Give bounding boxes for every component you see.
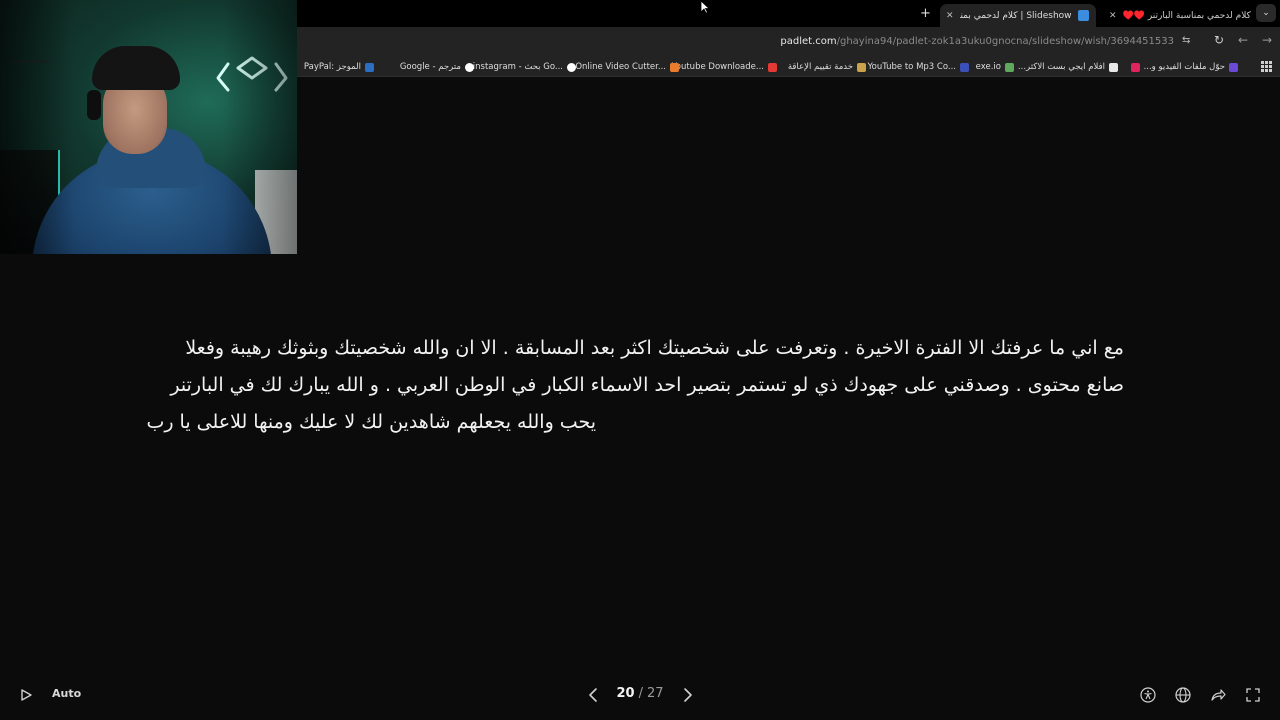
previous-slide-button[interactable]: [584, 685, 602, 705]
bookmark-icon: [857, 62, 866, 72]
bookmark-label: instagram - بحث Go...: [472, 62, 563, 72]
counter-separator: /: [638, 686, 643, 701]
total-slides: 27: [646, 686, 664, 701]
accessibility-button[interactable]: [1139, 686, 1157, 704]
bookmark-item[interactable]: افلام ايجي بست الاكثر...: [1018, 60, 1118, 74]
bookmark-item[interactable]: PayPal: الموجز: [304, 60, 374, 74]
tab-padlet-board[interactable]: ✕ كلام لدحمي بمناسبة البارتنر ♥️♥️: [1103, 4, 1253, 27]
bookmark-item[interactable]: YouTube to Mp3 Co...: [868, 60, 969, 74]
bookmark-icon: [1229, 62, 1238, 72]
bookmark-item[interactable]: [1131, 60, 1140, 74]
url-path: /ghayina94/padlet-zok1a3uku0gnocna/slide…: [836, 36, 1174, 47]
url-host: padlet.com: [780, 36, 837, 47]
forward-icon[interactable]: →: [1262, 33, 1272, 47]
slideshow-favicon-icon: [1077, 10, 1089, 21]
youtube-icon: [1131, 62, 1140, 72]
bookmark-item[interactable]: exe.io: [976, 60, 1014, 74]
webcam-vignette: [0, 0, 297, 254]
bookmark-label: Youtube Downloade...: [671, 62, 764, 72]
paypal-icon: [365, 62, 374, 72]
bookmark-label: YouTube to Mp3 Co...: [867, 62, 956, 72]
bookmark-label: exe.io: [975, 62, 1001, 72]
slideshow-controls: Auto 20 / 27: [0, 672, 1280, 718]
share-button[interactable]: [1209, 686, 1227, 704]
chevron-right-icon: [684, 688, 692, 702]
bookmark-item[interactable]: Online Video Cutter...: [575, 60, 679, 74]
bookmark-item[interactable]: instagram - بحث Go...: [473, 60, 576, 74]
share-arrow-icon: [1211, 689, 1226, 701]
mouse-cursor-icon: [700, 0, 710, 14]
language-button[interactable]: [1174, 686, 1192, 704]
slide-counter: 20 / 27: [612, 686, 668, 701]
reload-icon[interactable]: ↻: [1214, 33, 1224, 47]
fullscreen-button[interactable]: [1244, 686, 1262, 704]
new-tab-button[interactable]: +: [920, 6, 931, 21]
current-slide: 20: [616, 686, 635, 701]
bookmark-item[interactable]: حوّل ملفات الفيديو و...: [1144, 60, 1238, 74]
bookmark-item[interactable]: خدمة تقييم الإعاقة: [788, 60, 866, 74]
play-button[interactable]: [17, 686, 35, 704]
tab-title: Slideshow | كلام لدحمي بمناسبة البارتنر: [960, 10, 1072, 21]
tab-slideshow[interactable]: ✕ Slideshow | كلام لدحمي بمناسبة البارتن…: [940, 4, 1096, 27]
back-icon[interactable]: ←: [1238, 33, 1248, 47]
bookmark-icon: [1005, 62, 1014, 72]
bookmark-icon: [960, 62, 969, 72]
slide-line: صانع محتوى . وصدقني على جهودك ذي لو تستم…: [170, 374, 1124, 396]
slide-line: يحب والله يجعلهم شاهدين لك لا عليك ومنها…: [146, 411, 596, 433]
google-icon: [465, 62, 474, 72]
bookmark-label: افلام ايجي بست الاكثر...: [1017, 62, 1105, 72]
bookmark-icon: [670, 62, 679, 72]
slide-line: مع اني ما عرفتك الا الفترة الاخيرة . وتع…: [185, 337, 1124, 359]
bookmark-label: Google - مترجم: [399, 62, 461, 72]
close-icon[interactable]: ✕: [946, 11, 954, 21]
tab-search-chevron-icon[interactable]: ⌄: [1256, 4, 1276, 22]
apps-grid-icon[interactable]: [1261, 61, 1272, 72]
bookmark-label: PayPal: الموجز: [303, 62, 361, 72]
autoplay-toggle[interactable]: Auto: [52, 687, 81, 700]
google-icon: [567, 62, 576, 72]
accessibility-icon: [1140, 687, 1156, 703]
site-settings-icon[interactable]: ⇆: [1182, 35, 1196, 49]
next-slide-button[interactable]: [679, 685, 697, 705]
url-field[interactable]: padlet.com/ghayina94/padlet-zok1a3uku0gn…: [780, 36, 1174, 47]
play-icon: [21, 689, 32, 701]
close-icon[interactable]: ✕: [1109, 11, 1117, 21]
bookmark-item[interactable]: Youtube Downloade...: [672, 60, 777, 74]
slide-message: مع اني ما عرفتك الا الفترة الاخيرة . وتع…: [132, 330, 1124, 441]
bookmark-item[interactable]: Google - مترجم: [400, 60, 474, 74]
bookmark-label: Online Video Cutter...: [575, 62, 666, 72]
tab-title: كلام لدحمي بمناسبة البارتنر ♥️♥️: [1122, 10, 1251, 21]
bookmark-icon: [1109, 62, 1118, 72]
bookmark-icon: [768, 62, 777, 72]
webcam-overlay: [0, 0, 297, 254]
globe-icon: [1175, 687, 1191, 703]
bookmark-label: حوّل ملفات الفيديو و...: [1143, 62, 1225, 72]
bookmark-label: خدمة تقييم الإعاقة: [787, 62, 853, 72]
fullscreen-icon: [1246, 688, 1260, 702]
chevron-left-icon: [589, 688, 597, 702]
